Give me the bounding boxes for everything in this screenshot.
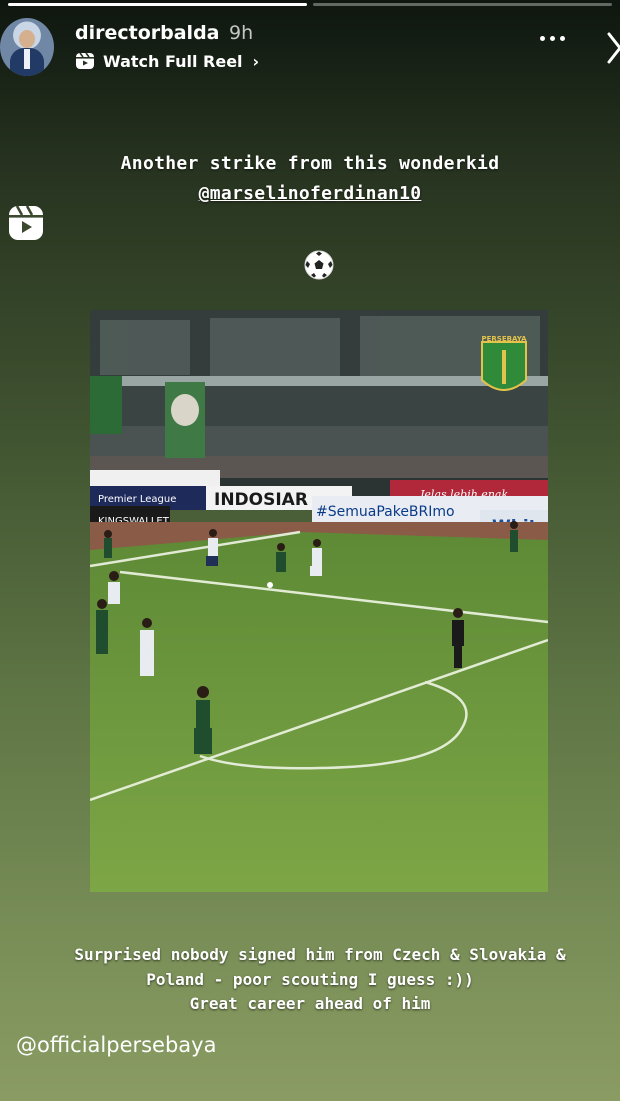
soccer-ball-icon [304, 250, 334, 280]
progress-segment [313, 3, 612, 6]
more-options-icon[interactable] [540, 36, 565, 41]
reels-icon[interactable] [7, 204, 45, 242]
username[interactable]: directorbalda [75, 22, 220, 44]
watch-full-reel-link[interactable]: Watch Full Reel › [75, 51, 259, 71]
ad-board-brimo: #SemuaPakeBRImo [316, 504, 455, 520]
story-progress-bar [8, 3, 612, 6]
watch-full-reel-label: Watch Full Reel [103, 51, 243, 71]
progress-segment-done [8, 3, 307, 6]
club-badge-text: PERSEBAYA [481, 335, 527, 343]
reels-icon [76, 52, 94, 69]
ad-board-indosiar: INDOSIAR [214, 490, 308, 510]
persebaya-badge: PERSEBAYA [481, 335, 527, 391]
match-photo[interactable]: PERSEBAYA Premier League INDOSIAR KINGSW… [90, 310, 548, 892]
mention-link[interactable]: @marselinoferdinan10 [0, 183, 620, 204]
story-text-line-1: Surprised nobody signed him from Czech &… [74, 945, 566, 964]
story-text-line-2: Poland - poor scouting I guess :)) [146, 970, 474, 989]
story-caption-line-1: Another strike from this wonderkid [120, 153, 500, 174]
timestamp: 9h [229, 22, 254, 44]
ad-board-premier: Premier League [98, 494, 176, 505]
chevron-right-icon: › [252, 51, 260, 71]
mention-sticker[interactable]: @officialpersebaya [16, 1033, 216, 1057]
close-icon[interactable] [603, 30, 620, 66]
story-text-line-3: Great career ahead of him [189, 994, 431, 1013]
avatar[interactable] [0, 18, 54, 76]
